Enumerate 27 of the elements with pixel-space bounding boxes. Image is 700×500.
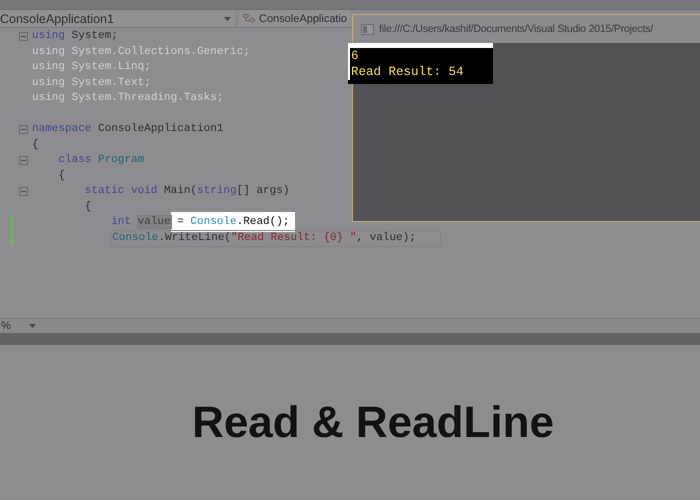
window-title: file:///C:/Users/kashif/Documents/Visual Studio 2015/Projects/ (379, 23, 653, 35)
caption-title: Read & ReadLine (192, 398, 554, 448)
code-line: class Program (58, 153, 144, 168)
code-line: using System.Linq; (32, 60, 151, 76)
code-line: using System; (32, 29, 118, 44)
collapse-icon[interactable] (18, 125, 28, 134)
code-line: namespace ConsoleApplication1 (32, 122, 224, 138)
collapse-icon[interactable] (18, 32, 28, 42)
code-line: using System.Threading.Tasks; (32, 91, 224, 106)
output-line: Read Result: 54 (348, 64, 493, 80)
collapse-icon[interactable] (18, 156, 28, 166)
code-line: static void Main(string[] args) (84, 184, 290, 200)
caret-icon (28, 324, 36, 328)
code-line: int value = Console.Read(); (111, 215, 296, 230)
code-line: { (32, 138, 39, 153)
console-app-icon (361, 24, 374, 34)
class-dropdown[interactable]: ConsoleApplicatio (239, 10, 352, 27)
code-line: { (58, 168, 65, 184)
project-dropdown[interactable]: ConsoleApplication1 (0, 10, 235, 27)
code-line: using System.Text; (32, 76, 151, 91)
code-line: { (84, 200, 92, 215)
output-line: 6 (348, 48, 493, 64)
class-icon (241, 12, 257, 24)
code-line: using System.Collections.Generic; (32, 44, 250, 60)
collapse-icon[interactable] (18, 187, 28, 196)
caret-icon (224, 16, 231, 20)
zoom-dropdown[interactable]: % (0, 320, 37, 332)
